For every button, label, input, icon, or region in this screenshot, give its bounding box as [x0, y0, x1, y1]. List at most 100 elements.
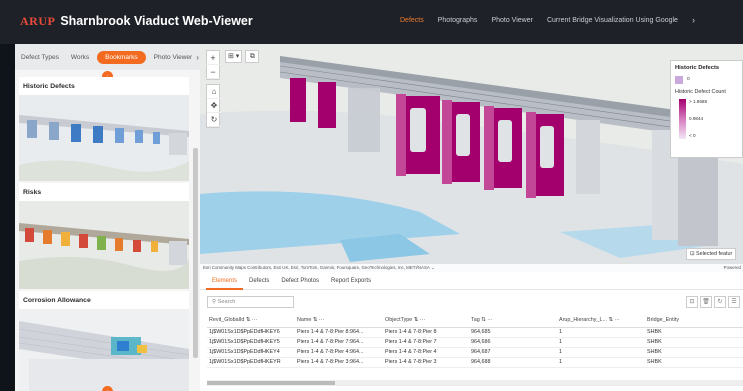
- app-header: ARUP Sharnbrook Viaduct Web-Viewer Defec…: [0, 0, 743, 44]
- cell-name: Piers 1-4 & 7-8:Pier 4:964...: [295, 347, 383, 358]
- cell-bridge-entity: SHBK: [645, 347, 743, 358]
- tab-works[interactable]: Works: [65, 54, 95, 61]
- nav-bridge-visualization[interactable]: Current Bridge Visualization Using Googl…: [547, 17, 678, 25]
- legend-tick-high: > 1.9688: [689, 99, 708, 104]
- viaduct-3d-scene[interactable]: [200, 44, 743, 272]
- tab-bookmarks[interactable]: Bookmarks: [97, 50, 146, 64]
- nav-photographs[interactable]: Photographs: [438, 17, 478, 25]
- left-panel-scrollbar[interactable]: [193, 148, 198, 358]
- tab-defect-photos[interactable]: Defect Photos: [275, 272, 325, 290]
- table-row[interactable]: 1j$W01Sx1D$PpEDdfHKEY4 Piers 1-4 & 7-8:P…: [207, 347, 743, 358]
- tab-report-exports[interactable]: Report Exports: [325, 272, 377, 290]
- bookmark-card-historic-defects[interactable]: Historic Defects: [19, 77, 189, 181]
- legend-gradient: [679, 99, 686, 139]
- cell-tag: 964,687: [469, 347, 557, 358]
- column-header[interactable]: Name ⇅ ···: [295, 314, 383, 328]
- column-header[interactable]: Revit_GlobalId ⇅ ···: [207, 314, 295, 328]
- cell-tag: 964,686: [469, 337, 557, 348]
- home-icon[interactable]: ⌂: [207, 85, 221, 99]
- table-row[interactable]: 1j$W01Sx1D$PpEDdfHKEY5 Piers 1-4 & 7-8:P…: [207, 337, 743, 348]
- search-input[interactable]: ⚲ Search: [207, 296, 294, 308]
- zoom-controls: + −: [206, 50, 220, 80]
- legend-swatch: [675, 76, 683, 84]
- expand-icon[interactable]: ⧉: [245, 50, 260, 63]
- legend-title: Historic Defects: [675, 65, 720, 71]
- cell-objecttype: Piers 1-4 & 7-8:Pier 3: [383, 357, 469, 368]
- column-header[interactable]: ObjectType ⇅ ···: [383, 314, 469, 328]
- column-header[interactable]: Arup_Hierarchy_L... ⇅ ···: [557, 314, 645, 328]
- tab-photo-viewer[interactable]: Photo Viewer: [148, 54, 199, 61]
- search-placeholder: Search: [217, 299, 236, 305]
- selected-features-button[interactable]: ⊡ Selected featur: [686, 248, 737, 260]
- legend-tick-mid: 0.9844: [689, 116, 704, 121]
- layer-list-icon[interactable]: ⊞ ▾: [225, 50, 243, 63]
- pan-icon[interactable]: ✥: [207, 99, 221, 113]
- column-header[interactable]: Bridge_Entity: [645, 314, 743, 328]
- cell-name: Piers 1-4 & 7-8:Pier 7:964...: [295, 337, 383, 348]
- card-title: Corrosion Allowance: [23, 297, 91, 304]
- selected-features-label: Selected featur: [696, 251, 733, 257]
- attribute-table-panel: Elements Defects Defect Photos Report Ex…: [200, 272, 743, 391]
- top-nav: Defects Photographs Photo Viewer Current…: [400, 15, 709, 25]
- scene-view[interactable]: + − ⌂ ✥ ↻ ⊞ ▾ ⧉ Historic Defects 0 Histo…: [200, 44, 743, 272]
- attribution-text: Esri Community Maps Contributors, Esri U…: [203, 265, 430, 270]
- historic-defects-thumbnail: [19, 95, 189, 181]
- cell-bridge-entity: SHBK: [645, 337, 743, 348]
- bookmark-card-corrosion-allowance[interactable]: Corrosion Allowance: [19, 291, 189, 391]
- table-row[interactable]: 1j$W01Sx1D$PpEDdfHKEY6 Piers 1-4 & 7-8:P…: [207, 327, 743, 338]
- cell-globalid: 1j$W01Sx1D$PpEDdfHKEY6: [207, 327, 295, 338]
- navigation-controls: ⌂ ✥ ↻: [206, 84, 221, 128]
- tabs-chevron-right-icon[interactable]: ›: [196, 53, 199, 62]
- cell-tag: 964,685: [469, 327, 557, 338]
- table-tabs: Elements Defects Defect Photos Report Ex…: [200, 272, 743, 290]
- arup-logo: ARUP: [20, 14, 56, 28]
- cell-objecttype: Piers 1-4 & 7-8:Pier 7: [383, 337, 469, 348]
- tab-defects[interactable]: Defects: [243, 272, 275, 290]
- cell-globalid: 1j$W01Sx1D$PpEDdfHKEY5: [207, 337, 295, 348]
- bookmarks-panel: Defect Types Works Bookmarks Photo Viewe…: [15, 44, 200, 391]
- cell-bridge-entity: SHBK: [645, 327, 743, 338]
- map-attribution: Esri Community Maps Contributors, Esri U…: [200, 264, 743, 272]
- tab-elements[interactable]: Elements: [206, 272, 244, 290]
- bookmark-card-risks[interactable]: Risks: [19, 183, 189, 289]
- cell-objecttype: Piers 1-4 & 7-8:Pier 4: [383, 347, 469, 358]
- rotate-icon[interactable]: ↻: [207, 113, 221, 127]
- table-toolbar: ⊡ 🗑 ↻ ☰: [686, 296, 740, 308]
- table-horizontal-scrollbar[interactable]: [207, 380, 743, 386]
- cell-globalid: 1j$W01Sx1D$PpEDdfHKEYR: [207, 357, 295, 368]
- nav-defects[interactable]: Defects: [400, 17, 424, 25]
- legend-subtitle: Historic Defect Count: [675, 89, 726, 95]
- zoom-to-selection-icon[interactable]: ⊡: [686, 296, 698, 308]
- card-title: Historic Defects: [23, 83, 75, 90]
- cell-hierarchy: 1: [557, 337, 645, 348]
- nav-photo-viewer[interactable]: Photo Viewer: [491, 17, 533, 25]
- card-title: Risks: [23, 189, 42, 196]
- cell-name: Piers 1-4 & 7-8:Pier 8:964...: [295, 327, 383, 338]
- scene-toolbar: ⊞ ▾ ⧉: [225, 50, 260, 63]
- scrollbar-thumb[interactable]: [207, 381, 335, 385]
- table-options-icon[interactable]: ☰: [728, 296, 740, 308]
- corrosion-allowance-thumbnail: [19, 309, 189, 391]
- cell-tag: 964,688: [469, 357, 557, 368]
- nav-chevron-right-icon[interactable]: ›: [692, 15, 695, 25]
- table-header-row: Revit_GlobalId ⇅ ··· Name ⇅ ··· ObjectTy…: [207, 314, 743, 328]
- zoom-out-button[interactable]: −: [206, 65, 220, 79]
- table-row[interactable]: 1j$W01Sx1D$PpEDdfHKEYR Piers 1-4 & 7-8:P…: [207, 357, 743, 368]
- tab-defect-types[interactable]: Defect Types: [15, 54, 65, 61]
- left-tabs: Defect Types Works Bookmarks Photo Viewe…: [15, 44, 200, 70]
- powered-by-label[interactable]: Powered: [724, 264, 741, 272]
- delete-selection-icon[interactable]: 🗑: [700, 296, 712, 308]
- brand: ARUP Sharnbrook Viaduct Web-Viewer: [20, 14, 253, 29]
- legend-tick-low: < 0: [689, 133, 696, 138]
- attribution-chevron-icon[interactable]: ⌄: [431, 265, 435, 270]
- legend-zero-label: 0: [687, 77, 690, 82]
- legend: Historic Defects 0 Historic Defect Count…: [670, 60, 743, 158]
- column-header[interactable]: Tag ⇅ ···: [469, 314, 557, 328]
- page-title: Sharnbrook Viaduct Web-Viewer: [60, 14, 253, 28]
- cell-hierarchy: 1: [557, 347, 645, 358]
- cell-name: Piers 1-4 & 7-8:Pier 3:964...: [295, 357, 383, 368]
- refresh-icon[interactable]: ↻: [714, 296, 726, 308]
- card-handle-icon[interactable]: ·: [102, 386, 113, 391]
- zoom-in-button[interactable]: +: [206, 51, 220, 65]
- cell-hierarchy: 1: [557, 327, 645, 338]
